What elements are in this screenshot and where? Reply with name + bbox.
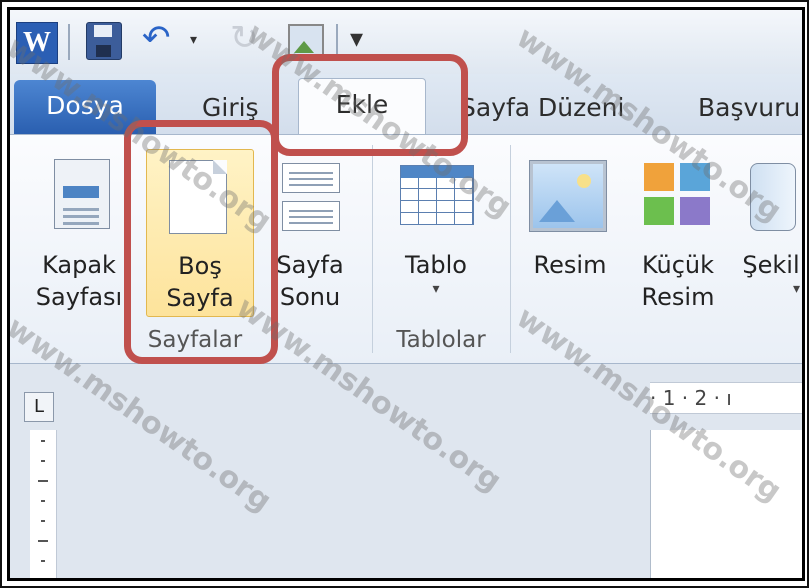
cover-page-icon: [54, 159, 110, 229]
tab-stop-selector[interactable]: L: [24, 392, 54, 422]
page-break-button[interactable]: Sayfa Sonu: [268, 249, 352, 313]
save-icon[interactable]: [86, 22, 122, 60]
vertical-ruler[interactable]: [30, 430, 57, 578]
undo-icon[interactable]: ↶: [142, 18, 171, 58]
ruler-tick: [38, 540, 48, 542]
page-break-icon: [282, 163, 340, 193]
highlight-blank-page: [124, 120, 278, 364]
shapes-button[interactable]: Şekil ▾: [736, 249, 802, 297]
picture-button[interactable]: Resim: [518, 249, 622, 281]
ruler-tick: [41, 500, 45, 502]
highlight-insert-tab: [272, 54, 468, 156]
ruler-tick: [38, 480, 48, 482]
ruler-tick: [41, 520, 45, 522]
tab-references[interactable]: Başvuru: [698, 82, 800, 134]
page-break-icon: [282, 201, 340, 231]
ruler-tick: [41, 460, 45, 462]
tab-page-layout[interactable]: Sayfa Düzeni: [460, 82, 624, 134]
clip-art-icon: [644, 163, 712, 227]
document-page[interactable]: [650, 430, 802, 578]
screenshot-frame: W ↶ ▾ ↻ ▾ Dosya Giriş Ekle Sayfa Düzeni …: [0, 0, 809, 588]
cover-page-button[interactable]: Kapak Sayfası: [18, 249, 140, 313]
table-icon: [400, 165, 474, 225]
group-separator: [510, 145, 511, 353]
insert-picture-icon[interactable]: [288, 24, 324, 58]
ruler-marks: · 1 · 2 · ı: [650, 386, 732, 410]
group-label-tables: Tablolar: [396, 327, 486, 353]
customize-toolbar-icon[interactable]: ▾: [350, 24, 363, 54]
clip-art-button[interactable]: Küçük Resim: [628, 249, 728, 313]
ruler-tick: [41, 560, 45, 562]
shapes-icon: [750, 163, 796, 231]
word-window: W ↶ ▾ ↻ ▾ Dosya Giriş Ekle Sayfa Düzeni …: [10, 10, 802, 578]
word-app-icon[interactable]: W: [16, 22, 58, 64]
picture-icon: [530, 161, 606, 231]
redo-icon[interactable]: ↻: [230, 18, 259, 58]
table-button[interactable]: Tablo ▾: [384, 249, 488, 297]
ruler-tick: [41, 440, 45, 442]
group-separator: [372, 145, 373, 353]
undo-dropdown-icon[interactable]: ▾: [190, 32, 197, 48]
toolbar-separator: [68, 24, 70, 60]
horizontal-ruler[interactable]: · 1 · 2 · ı: [650, 382, 802, 414]
